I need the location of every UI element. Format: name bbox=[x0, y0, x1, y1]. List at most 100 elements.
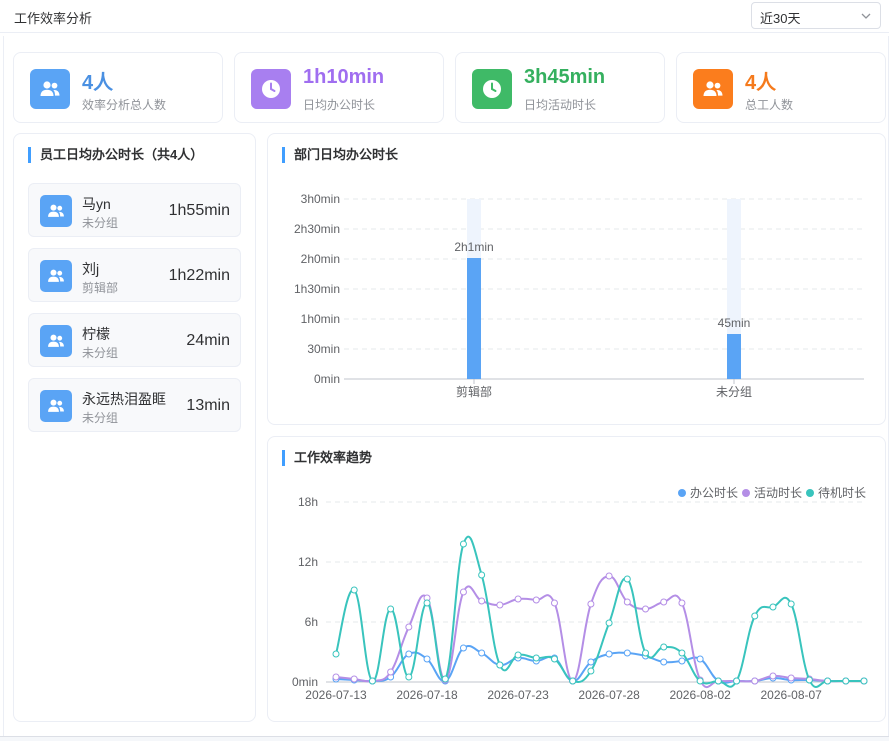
stat-label: 日均办公时长 bbox=[303, 98, 376, 112]
employee-name: 刘j bbox=[82, 261, 100, 277]
employee-name: 柠檬 bbox=[82, 326, 110, 342]
data-point bbox=[368, 677, 376, 685]
employee-dept: 未分组 bbox=[82, 411, 119, 425]
data-point bbox=[751, 677, 759, 685]
data-point bbox=[514, 595, 522, 603]
date-range-select[interactable]: 近30天 bbox=[751, 2, 881, 29]
data-point bbox=[605, 619, 613, 627]
employee-row[interactable]: 马yn 未分组 1h55min bbox=[28, 183, 241, 237]
data-point bbox=[824, 677, 832, 685]
data-point bbox=[459, 588, 467, 596]
data-point bbox=[605, 650, 613, 658]
chevron-down-icon bbox=[861, 13, 871, 19]
data-point bbox=[478, 597, 486, 605]
data-point bbox=[587, 658, 595, 666]
stat-card-total-analyzed: 4人 效率分析总人数 bbox=[13, 52, 223, 123]
employee-panel-title: 员工日均办公时长（共4人） bbox=[28, 147, 203, 163]
stat-card-avg-office: 1h10min 日均办公时长 bbox=[234, 52, 444, 123]
clock-icon bbox=[251, 69, 291, 109]
data-point bbox=[678, 657, 686, 665]
data-point bbox=[623, 598, 631, 606]
employee-time: 24min bbox=[186, 332, 230, 349]
trend-line-chart: 0min 6h 12h 18h 2026-07-13 2026-07-18 2026-07-… bbox=[292, 485, 868, 702]
y-tick-label: 1h0min bbox=[301, 312, 340, 326]
data-point bbox=[660, 643, 668, 651]
data-point bbox=[623, 575, 631, 583]
data-point bbox=[769, 603, 777, 611]
data-point bbox=[532, 596, 540, 604]
bar bbox=[467, 258, 481, 379]
stat-card-avg-activity: 3h45min 日均活动时长 bbox=[455, 52, 665, 123]
users-icon bbox=[30, 69, 70, 109]
data-point bbox=[587, 667, 595, 675]
data-point bbox=[332, 673, 340, 681]
legend-label: 办公时长 bbox=[690, 485, 738, 500]
employee-row[interactable]: 刘j 剪辑部 1h22min bbox=[28, 248, 241, 302]
data-point bbox=[350, 586, 358, 594]
data-point bbox=[496, 661, 504, 669]
employee-dept: 未分组 bbox=[82, 346, 119, 360]
x-tick-label: 2026-07-23 bbox=[487, 688, 549, 702]
stat-label: 日均活动时长 bbox=[524, 98, 597, 112]
data-point bbox=[842, 677, 850, 685]
stat-label: 效率分析总人数 bbox=[82, 98, 167, 112]
data-point bbox=[660, 658, 668, 666]
trend-chart-panel: 工作效率趋势 0min 6h 12h 18h 2026-07-13 2026-07-18 2… bbox=[267, 436, 886, 722]
y-tick-label: 2h0min bbox=[301, 252, 340, 266]
data-point bbox=[550, 599, 558, 607]
data-point bbox=[496, 601, 504, 609]
employee-dept: 剪辑部 bbox=[82, 281, 119, 295]
bar-value-label: 45min bbox=[718, 316, 751, 330]
y-tick-label: 18h bbox=[298, 495, 318, 509]
y-tick-label: 3h0min bbox=[301, 192, 340, 206]
bottom-scrollbar bbox=[0, 736, 889, 741]
data-point bbox=[787, 600, 795, 608]
employee-name: 永远热泪盈眶 bbox=[82, 391, 166, 407]
series-line bbox=[335, 575, 864, 689]
data-point bbox=[642, 605, 650, 613]
employee-name: 马yn bbox=[82, 196, 111, 212]
data-point bbox=[532, 654, 540, 662]
x-tick-label: 2026-07-18 bbox=[396, 688, 458, 702]
legend-label: 活动时长 bbox=[754, 486, 802, 500]
bar-value-label: 2h1min bbox=[454, 240, 493, 254]
data-point bbox=[405, 650, 413, 658]
employee-row[interactable]: 永远热泪盈眶 未分组 13min bbox=[28, 378, 241, 432]
data-point bbox=[696, 655, 704, 663]
stat-card-total-workers: 4人 总工人数 bbox=[676, 52, 886, 123]
data-point bbox=[787, 674, 795, 682]
legend-marker bbox=[678, 489, 686, 497]
y-tick-label: 30min bbox=[307, 342, 340, 356]
user-avatar-icon bbox=[40, 260, 72, 292]
stat-value: 3h45min bbox=[524, 66, 606, 88]
bar bbox=[727, 334, 741, 379]
data-point bbox=[405, 623, 413, 631]
data-point bbox=[423, 655, 431, 663]
employee-dept: 未分组 bbox=[82, 216, 119, 230]
data-point bbox=[805, 676, 813, 684]
y-tick-label: 6h bbox=[305, 615, 318, 629]
data-point bbox=[514, 651, 522, 659]
employee-time: 1h55min bbox=[168, 202, 230, 219]
x-tick-label: 2026-08-02 bbox=[669, 688, 731, 702]
dept-chart-panel: 部门日均办公时长 0min 30min 1h0min 1h30min 2h0min 2h3… bbox=[267, 133, 886, 425]
y-tick-label: 12h bbox=[298, 555, 318, 569]
x-tick-label: 2026-07-28 bbox=[578, 688, 640, 702]
data-point bbox=[459, 540, 467, 548]
top-bar: 工作效率分析 近30天 bbox=[0, 0, 889, 33]
stat-value: 4人 bbox=[745, 72, 777, 94]
user-avatar-icon bbox=[40, 195, 72, 227]
employee-row[interactable]: 柠檬 未分组 24min bbox=[28, 313, 241, 367]
data-point bbox=[441, 675, 449, 683]
x-tick-label: 未分组 bbox=[716, 385, 752, 399]
data-point bbox=[678, 649, 686, 657]
y-tick-label: 2h30min bbox=[294, 222, 340, 236]
data-point bbox=[678, 599, 686, 607]
data-point bbox=[660, 598, 668, 606]
y-tick-label: 1h30min bbox=[294, 282, 340, 296]
data-point bbox=[714, 677, 722, 685]
user-avatar-icon bbox=[40, 325, 72, 357]
data-point bbox=[387, 605, 395, 613]
stat-label: 总工人数 bbox=[745, 98, 794, 112]
user-avatar-icon bbox=[40, 390, 72, 422]
